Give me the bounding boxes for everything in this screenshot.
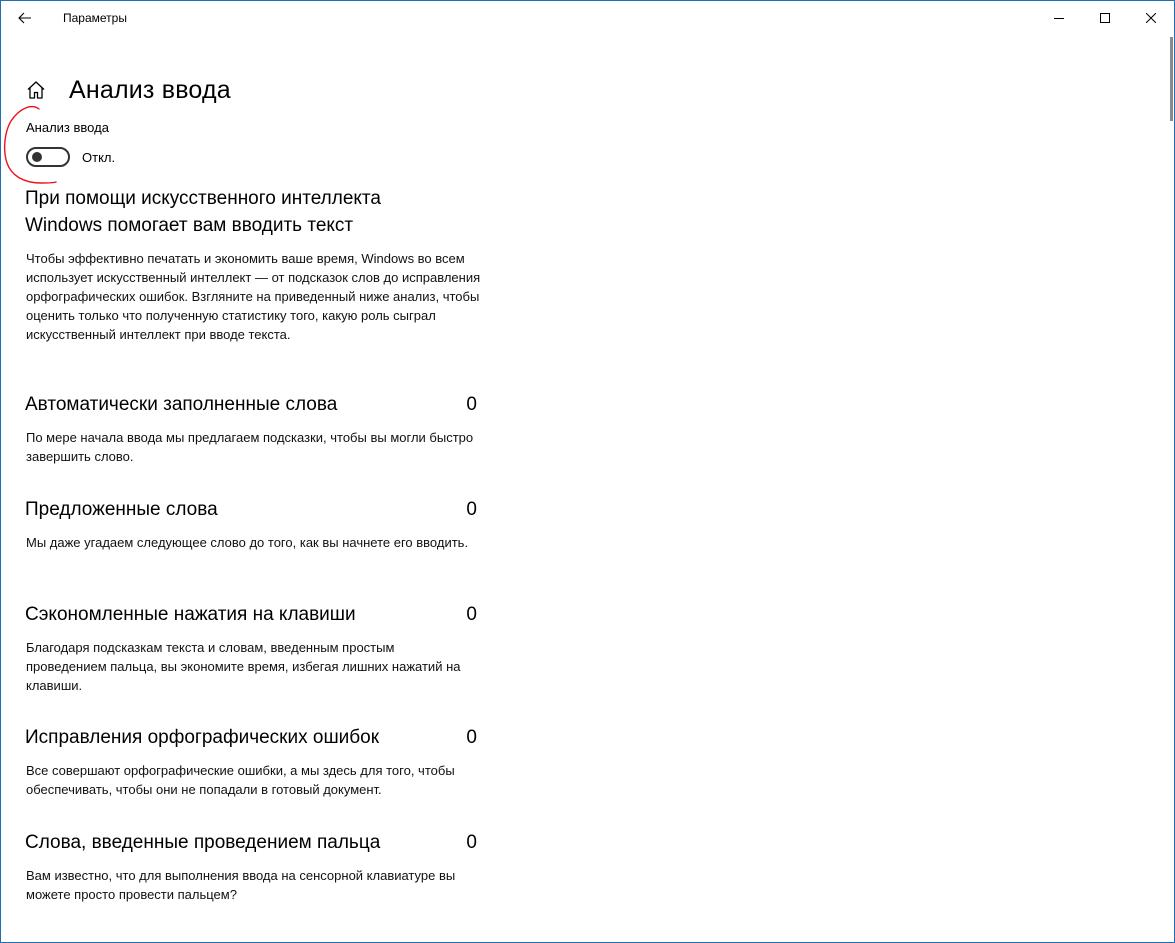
intro-description: Чтобы эффективно печатать и экономить ва… (26, 251, 481, 342)
stat-header: Слова, введенные проведением пальца 0 (25, 832, 477, 854)
intro-heading: При помощи искусственного интеллекта Win… (25, 188, 381, 236)
maximize-button[interactable] (1082, 1, 1128, 35)
back-arrow-icon (18, 12, 31, 24)
stat-description: Все совершают орфографические ошибки, а … (26, 763, 455, 797)
input-insights-toggle[interactable] (26, 147, 70, 167)
scrollbar[interactable] (1170, 37, 1173, 121)
page-title: Анализ ввода (69, 75, 231, 104)
stat-value: 0 (466, 499, 477, 520)
toggle-label: Анализ ввода (26, 120, 109, 135)
stat-keystrokes-saved: Сэкономленные нажатия на клавиши 0 Благо… (25, 604, 477, 695)
title-bar: Параметры (1, 1, 1174, 35)
stat-title: Сэкономленные нажатия на клавиши (25, 604, 356, 625)
minimize-button[interactable] (1036, 1, 1082, 35)
stat-title: Исправления орфографических ошибок (25, 727, 380, 748)
caption-buttons (1036, 1, 1174, 35)
stat-description: Благодаря подсказкам текста и словам, вв… (26, 640, 461, 693)
minimize-icon (1054, 18, 1064, 19)
stat-description: По мере начала ввода мы предлагаем подск… (26, 430, 474, 464)
stat-swiped-words: Слова, введенные проведением пальца 0 Ва… (25, 832, 477, 904)
home-button[interactable] (23, 77, 49, 103)
stat-spelling-corrections: Исправления орфографических ошибок 0 Все… (25, 727, 477, 799)
maximize-icon (1100, 13, 1110, 23)
stat-header: Исправления орфографических ошибок 0 (25, 727, 477, 749)
toggle-knob (32, 152, 42, 162)
toggle-row: Откл. (26, 147, 115, 167)
stat-description: Вам известно, что для выполнения ввода н… (26, 868, 456, 902)
stat-title: Слова, введенные проведением пальца (25, 832, 381, 853)
stat-description: Мы даже угадаем следующее слово до того,… (26, 535, 469, 550)
stat-value: 0 (466, 604, 477, 625)
stat-value: 0 (466, 832, 477, 853)
home-icon (27, 81, 45, 99)
stat-title: Предложенные слова (25, 499, 218, 520)
stat-header: Сэкономленные нажатия на клавиши 0 (25, 604, 477, 626)
close-button[interactable] (1128, 1, 1174, 35)
stat-autocompleted-words: Автоматически заполненные слова 0 По мер… (25, 394, 477, 466)
back-button[interactable] (1, 1, 49, 35)
stat-title: Автоматически заполненные слова (25, 394, 338, 415)
stat-header: Предложенные слова 0 (25, 499, 477, 521)
stat-header: Автоматически заполненные слова 0 (25, 394, 477, 416)
window-title: Параметры (63, 11, 127, 25)
stat-value: 0 (466, 727, 477, 748)
annotation-mark (3, 105, 57, 184)
stat-value: 0 (466, 394, 477, 415)
settings-window: Параметры Анализ ввода Анализ ввода Откл… (0, 0, 1175, 943)
stat-predicted-words: Предложенные слова 0 Мы даже угадаем сле… (25, 499, 477, 552)
toggle-state-text: Откл. (82, 149, 116, 165)
close-icon (1146, 13, 1156, 23)
